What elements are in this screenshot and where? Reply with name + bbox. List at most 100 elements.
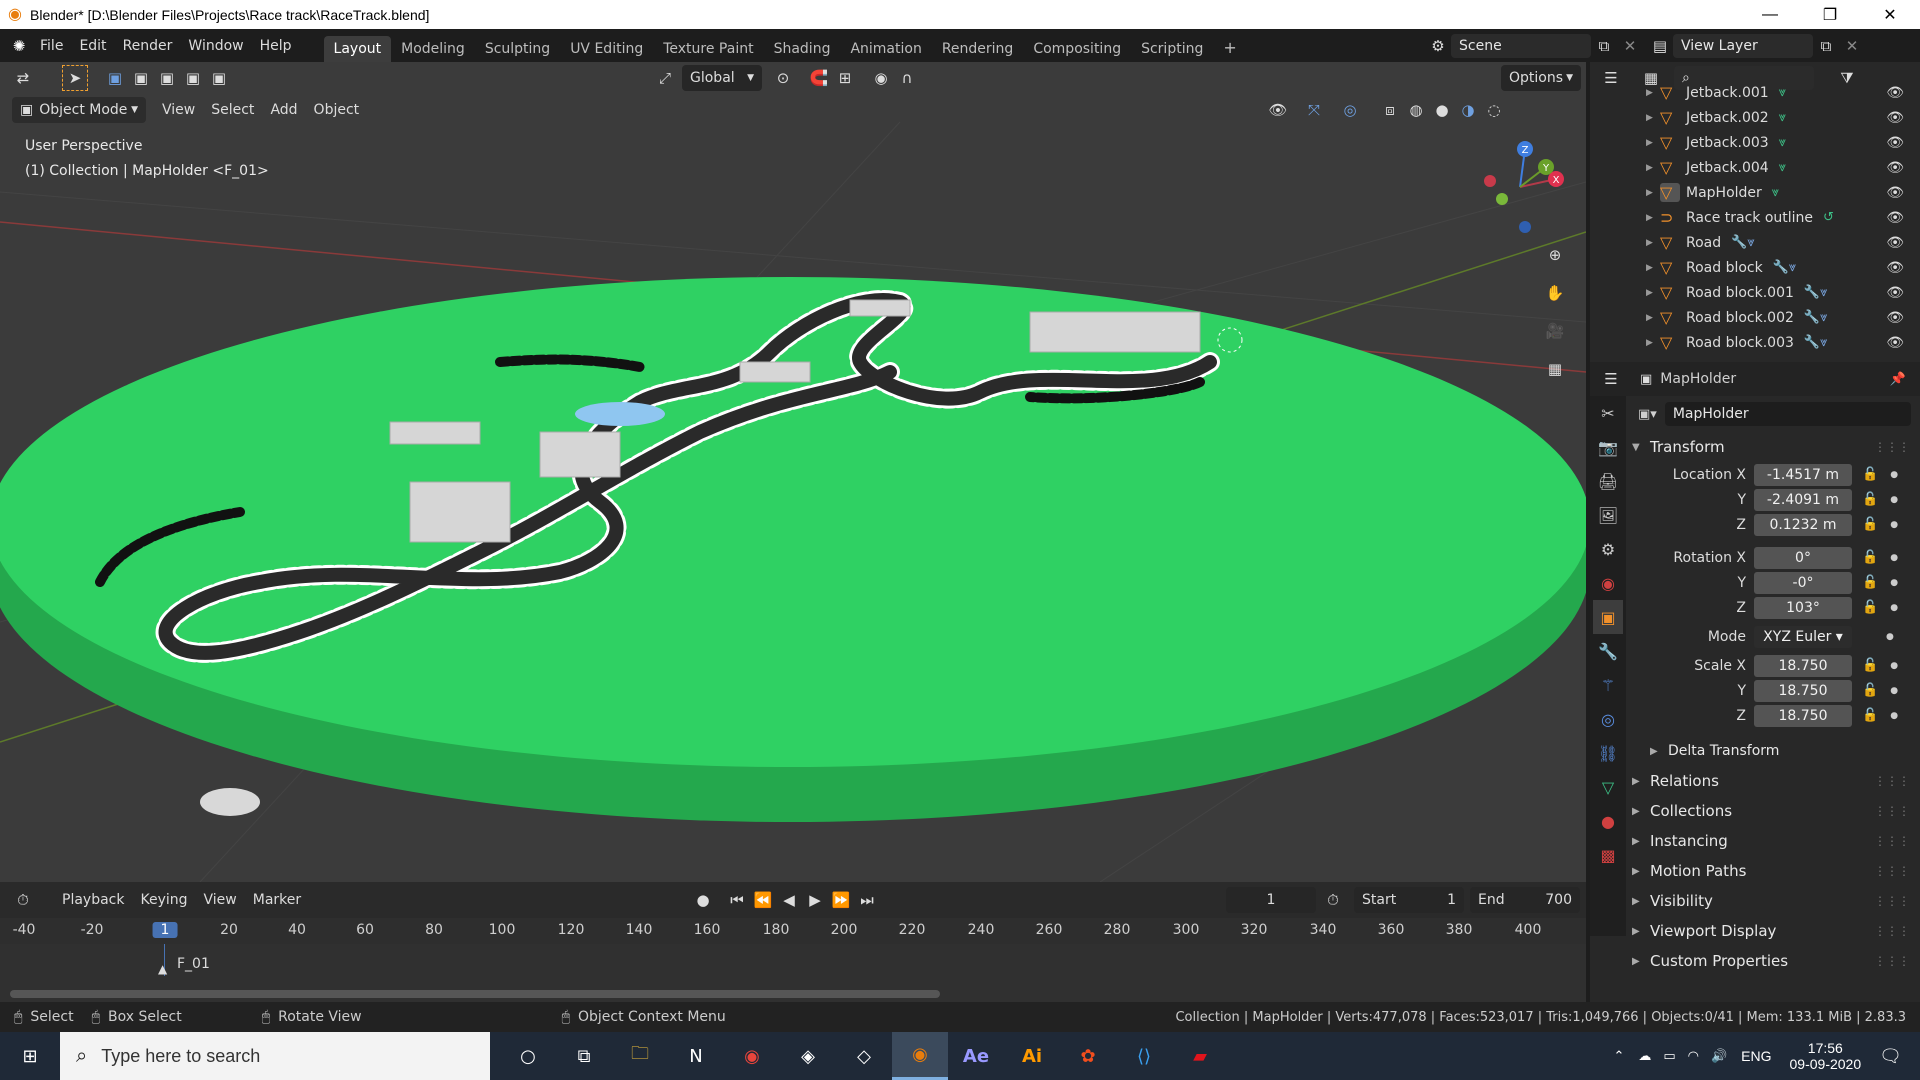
render-properties-icon[interactable]: 📷 (1598, 430, 1618, 464)
world-properties-icon[interactable]: ◉ (1601, 566, 1615, 600)
visibility-panel-header[interactable]: ▶ Visibility ⋮⋮⋮ (1626, 886, 1920, 916)
menu-window[interactable]: Window (180, 38, 251, 54)
illustrator-icon[interactable]: Ai (1004, 1032, 1060, 1080)
tab-texture-paint[interactable]: Texture Paint (653, 36, 763, 62)
zoom-icon[interactable]: ⊕ (1542, 242, 1568, 268)
scale-x-field[interactable]: 18.750 (1754, 654, 1852, 677)
volume-icon[interactable]: 🔊 (1711, 1049, 1727, 1064)
object-data-icon[interactable]: ▣▾ (1638, 407, 1657, 422)
jump-prev-key-icon[interactable]: ⏪ (750, 887, 776, 913)
jump-next-key-icon[interactable]: ⏩ (828, 887, 854, 913)
keyframe-dot-icon[interactable]: ● (1886, 632, 1894, 642)
physics-properties-icon[interactable]: ◎ (1601, 702, 1615, 736)
output-properties-icon[interactable]: 🖨 (1598, 464, 1618, 498)
current-frame-field[interactable]: 1 (1226, 887, 1316, 913)
pin-icon[interactable]: 📌 (1890, 372, 1906, 387)
menu-help[interactable]: Help (252, 38, 300, 54)
menu-render[interactable]: Render (115, 38, 181, 54)
file-explorer-icon[interactable]: 🗀 (612, 1032, 668, 1080)
eye-icon[interactable]: 👁 (1886, 285, 1904, 301)
start-frame-field[interactable]: Start 1 (1354, 887, 1464, 913)
blender-menu-icon[interactable]: ✺ (6, 33, 32, 59)
3d-viewport[interactable]: User Perspective (1) Collection | MapHol… (0, 62, 1586, 882)
scene-field[interactable]: Scene (1451, 34, 1591, 58)
timeline-marker-label[interactable]: F_01 (177, 956, 210, 972)
tab-sculpting[interactable]: Sculpting (475, 36, 560, 62)
xray-toggle-icon[interactable]: ⧈ (1377, 97, 1403, 123)
eye-icon[interactable]: 👁 (1886, 310, 1904, 326)
timeline-editor-icon[interactable]: ⏱ (10, 887, 36, 913)
outliner-item[interactable]: ▶ ▽ Road block.003 🔧⩔ 👁 (1590, 330, 1920, 355)
gizmo-neg-x[interactable] (1484, 175, 1496, 187)
keyframe-dot-icon[interactable]: ● (1890, 603, 1898, 613)
pan-hand-icon[interactable]: ✋ (1542, 280, 1568, 306)
scene-properties-icon[interactable]: ⚙ (1601, 532, 1615, 566)
chrome-icon[interactable]: ◉ (724, 1032, 780, 1080)
outliner-item[interactable]: ▶ ⊃ Race track outline ↺ 👁 (1590, 205, 1920, 230)
end-frame-field[interactable]: End 700 (1470, 887, 1580, 913)
data-properties-icon[interactable]: ▽ (1602, 770, 1614, 804)
lock-icon[interactable]: 🔓 (1862, 600, 1878, 615)
keyframe-dot-icon[interactable]: ● (1890, 578, 1898, 588)
outliner-item[interactable]: ▶ ▽ Jetback.002 ⩔ 👁 (1590, 105, 1920, 130)
gizmo-toggle-icon[interactable]: ⤧ (1301, 97, 1327, 123)
eye-icon[interactable]: 👁 (1886, 260, 1904, 276)
minimize-button[interactable]: — (1740, 0, 1800, 29)
solid-shading-icon[interactable]: ● (1429, 97, 1455, 123)
tab-uv-editing[interactable]: UV Editing (560, 36, 653, 62)
rotation-z-field[interactable]: 103° (1754, 596, 1852, 619)
options-dropdown[interactable]: Options ▼ (1501, 65, 1581, 91)
clock[interactable]: 17:56 09-09-2020 (1790, 1040, 1862, 1072)
select-mode-new-icon[interactable]: ▣ (102, 65, 128, 91)
record-icon[interactable]: ● (690, 887, 716, 913)
overlay-toggle-icon[interactable]: ◎ (1337, 97, 1363, 123)
constraints-properties-icon[interactable]: ⛓ (1598, 736, 1618, 770)
navigation-gizmo[interactable]: Z X Y (1470, 137, 1570, 237)
tab-compositing[interactable]: Compositing (1023, 36, 1131, 62)
outliner-item[interactable]: ▶ ▽ Jetback.001 ⩔ 👁 (1590, 80, 1920, 105)
editor-type-icon[interactable]: ⇄ (10, 65, 36, 91)
task-view-icon[interactable]: ⧉ (556, 1032, 612, 1080)
select-mode-intersect-icon[interactable]: ▣ (206, 65, 232, 91)
relations-panel-header[interactable]: ▶ Relations ⋮⋮⋮ (1626, 766, 1920, 796)
viewport-menu-object[interactable]: Object (306, 102, 368, 118)
eye-icon[interactable]: 👁 (1886, 210, 1904, 226)
rotation-mode-select[interactable]: XYZ Euler ▾ (1754, 625, 1852, 648)
collections-panel-header[interactable]: ▶ Collections ⋮⋮⋮ (1626, 796, 1920, 826)
camera-view-icon[interactable]: 🎥 (1542, 318, 1568, 344)
transform-orientation-select[interactable]: Global ▼ (682, 65, 762, 91)
lock-icon[interactable]: 🔓 (1862, 467, 1878, 482)
figma-icon[interactable]: ✿ (1060, 1032, 1116, 1080)
new-view-layer-icon[interactable]: ⧉ (1813, 33, 1839, 59)
tab-scripting[interactable]: Scripting (1131, 36, 1213, 62)
stopwatch-icon[interactable]: ⏱ (1320, 887, 1346, 913)
close-button[interactable]: ✕ (1860, 0, 1920, 29)
tool-settings-icon[interactable]: ✂ (1601, 396, 1614, 430)
blender-taskbar-icon[interactable]: ◉ (892, 1032, 948, 1080)
object-name-field[interactable]: MapHolder (1664, 402, 1911, 426)
view-layer-field[interactable]: View Layer (1673, 34, 1813, 58)
lock-icon[interactable]: 🔓 (1862, 658, 1878, 673)
location-y-field[interactable]: -2.4091 m (1754, 488, 1852, 511)
proportional-edit-icon[interactable]: ◉ (868, 65, 894, 91)
select-mode-extend-icon[interactable]: ▣ (128, 65, 154, 91)
chevron-up-icon[interactable]: ⌃ (1613, 1049, 1624, 1064)
select-mode-subtract-icon[interactable]: ▣ (154, 65, 180, 91)
timeline-scrollbar[interactable] (10, 990, 940, 998)
jump-start-icon[interactable]: ⏮ (724, 887, 750, 913)
scale-y-field[interactable]: 18.750 (1754, 679, 1852, 702)
eye-icon[interactable]: 👁 (1886, 110, 1904, 126)
select-tool-icon[interactable]: ➤ (62, 65, 88, 91)
visibility-icon[interactable]: 👁 (1265, 97, 1291, 123)
play-icon[interactable]: ▶ (802, 887, 828, 913)
new-scene-icon[interactable]: ⧉ (1591, 33, 1617, 59)
remove-view-layer-icon[interactable]: ✕ (1839, 33, 1865, 59)
notion-icon[interactable]: N (668, 1032, 724, 1080)
keyframe-dot-icon[interactable]: ● (1890, 711, 1898, 721)
eye-icon[interactable]: 👁 (1886, 85, 1904, 101)
network-icon[interactable]: ◠ (1688, 1049, 1699, 1064)
orientation-icon[interactable]: ⤢ (652, 65, 678, 91)
material-properties-icon[interactable]: ● (1601, 804, 1615, 838)
keyframe-dot-icon[interactable]: ● (1890, 470, 1898, 480)
language-indicator[interactable]: ENG (1741, 1048, 1771, 1064)
